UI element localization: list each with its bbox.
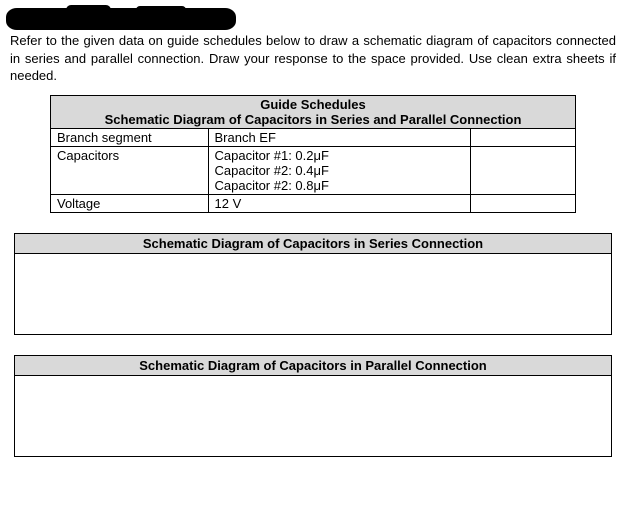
- branch-segment-value: Branch EF: [208, 128, 471, 146]
- voltage-value: 12 V: [208, 194, 471, 212]
- capacitors-label: Capacitors: [51, 146, 209, 194]
- series-section-body: [15, 254, 611, 334]
- guide-title-2: Schematic Diagram of Capacitors in Serie…: [57, 112, 569, 127]
- redacted-heading: [6, 8, 236, 30]
- guide-title-1: Guide Schedules: [57, 97, 569, 112]
- guide-schedules-table: Guide Schedules Schematic Diagram of Cap…: [50, 95, 576, 213]
- parallel-section-body: [15, 376, 611, 456]
- series-section: Schematic Diagram of Capacitors in Serie…: [14, 233, 612, 335]
- branch-segment-label: Branch segment: [51, 128, 209, 146]
- table-row: Voltage 12 V: [51, 194, 576, 212]
- parallel-section: Schematic Diagram of Capacitors in Paral…: [14, 355, 612, 457]
- table-row: Capacitors Capacitor #1: 0.2μF Capacitor…: [51, 146, 576, 194]
- capacitors-extra: [471, 146, 576, 194]
- guide-header-cell: Guide Schedules Schematic Diagram of Cap…: [51, 95, 576, 128]
- guide-schedules-table-wrap: Guide Schedules Schematic Diagram of Cap…: [50, 95, 576, 213]
- branch-segment-extra: [471, 128, 576, 146]
- intro-paragraph: Refer to the given data on guide schedul…: [10, 32, 616, 85]
- series-section-header: Schematic Diagram of Capacitors in Serie…: [15, 234, 611, 254]
- parallel-section-header: Schematic Diagram of Capacitors in Paral…: [15, 356, 611, 376]
- capacitor-line: Capacitor #2: 0.4μF: [215, 163, 465, 178]
- capacitor-line: Capacitor #2: 0.8μF: [215, 178, 465, 193]
- capacitor-line: Capacitor #1: 0.2μF: [215, 148, 465, 163]
- voltage-extra: [471, 194, 576, 212]
- voltage-label: Voltage: [51, 194, 209, 212]
- table-row: Branch segment Branch EF: [51, 128, 576, 146]
- capacitors-value: Capacitor #1: 0.2μF Capacitor #2: 0.4μF …: [208, 146, 471, 194]
